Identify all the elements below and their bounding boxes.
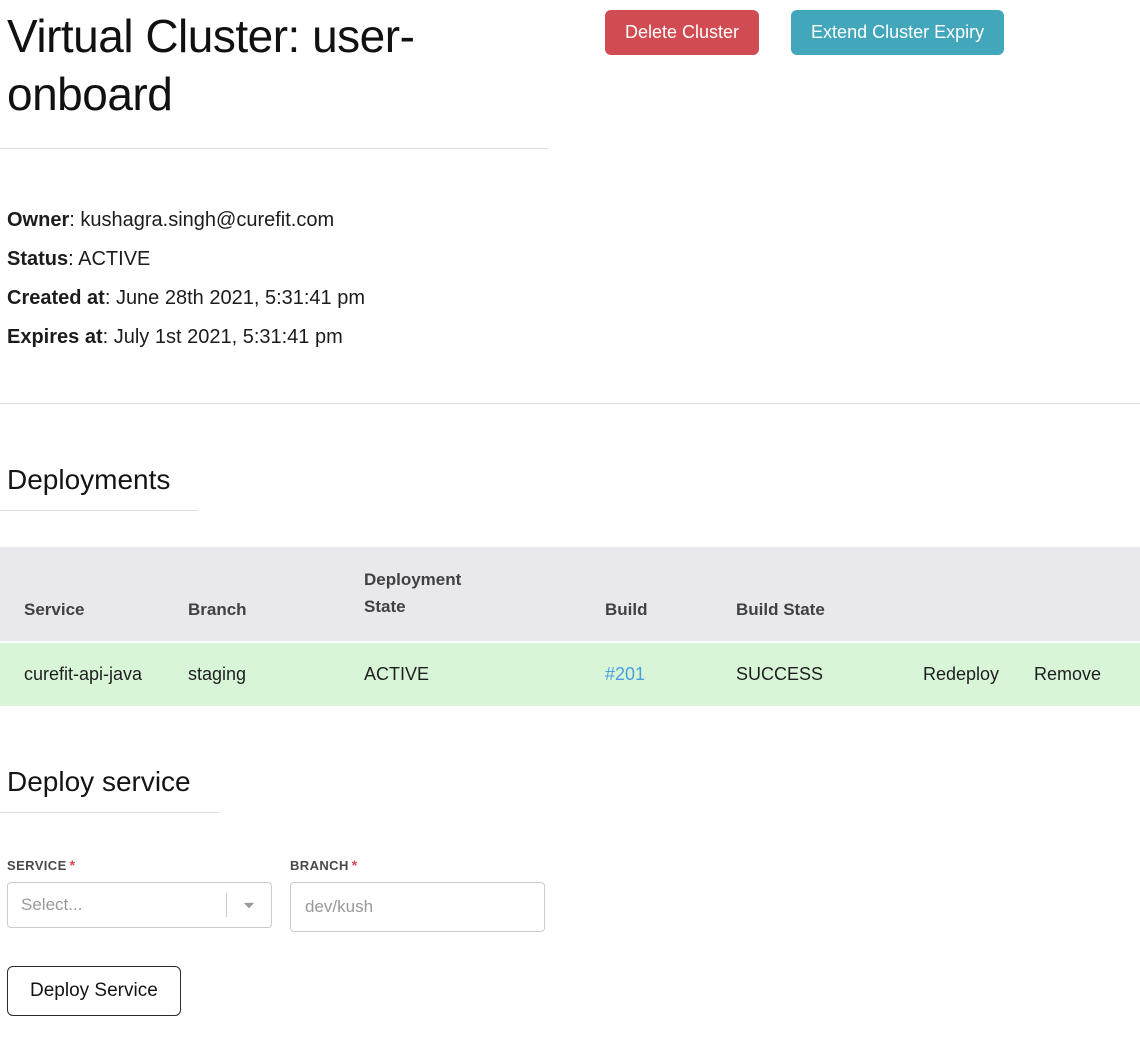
info-created-at-label: Created at [7,286,105,309]
cell-remove: Remove [1022,640,1140,706]
branch-field-group: BRANCH * [290,857,545,932]
table-row: curefit-api-java staging ACTIVE #201 SUC… [0,640,1140,706]
page-header: Virtual Cluster: user-onboard Delete Clu… [0,8,1140,149]
select-indicators [226,892,271,917]
deploy-service-heading: Deploy service [0,766,219,813]
table-header-deployment-state-label: Deployment State [364,570,462,616]
table-header-build: Build [593,546,724,642]
branch-label: BRANCH * [290,857,545,873]
cell-service: curefit-api-java [0,640,176,706]
table-header-service: Service [0,546,176,642]
cluster-actions: Delete Cluster Extend Cluster Expiry [605,10,1005,55]
info-created-at: Created at: June 28th 2021, 5:31:41 pm [7,279,1140,318]
title-divider [0,147,548,149]
cell-build-state: SUCCESS [724,640,911,706]
table-header-row: Service Branch Deployment State Build Bu… [0,546,1140,642]
info-status-value: ACTIVE [78,247,151,270]
table-header-branch: Branch [176,546,352,642]
info-status: Status: ACTIVE [7,240,1140,279]
info-separator: : [102,325,114,348]
service-required-marker: * [69,856,76,873]
deploy-service-section: Deploy service SERVICE * Select... BRANCH… [0,706,1140,1016]
table-header-build-state-label: Build State [736,599,825,619]
branch-required-marker: * [351,856,358,873]
deployments-heading: Deployments [0,464,199,511]
info-separator: : [68,247,79,270]
cell-branch: staging [176,640,352,706]
page-title: Virtual Cluster: user-onboard [7,10,415,120]
branch-label-text: BRANCH [290,857,349,873]
table-header-deployment-state: Deployment State [352,546,593,642]
deployments-section: Deployments Service Branch Deployment St… [0,404,1140,706]
info-expires-at: Expires at: July 1st 2021, 5:31:41 pm [7,318,1140,357]
info-separator: : [69,208,81,231]
service-field-group: SERVICE * Select... [7,857,272,932]
table-header-redeploy [911,546,1022,642]
deploy-service-form: SERVICE * Select... BRANCH * [0,857,1140,932]
table-header-remove [1022,546,1140,642]
redeploy-action[interactable]: Redeploy [923,664,999,684]
table-header-branch-label: Branch [188,599,247,619]
info-separator: : [104,286,116,309]
extend-cluster-expiry-button[interactable]: Extend Cluster Expiry [791,10,1005,55]
branch-input[interactable] [290,881,545,932]
chevron-down-icon [243,902,255,909]
deployments-table: Service Branch Deployment State Build Bu… [0,546,1140,706]
cell-redeploy: Redeploy [911,640,1022,706]
remove-action[interactable]: Remove [1034,664,1101,684]
service-label: SERVICE * [7,857,272,873]
virtual-cluster-page: Virtual Cluster: user-onboard Delete Clu… [0,0,1140,1056]
info-owner-value: kushagra.singh@curefit.com [80,208,335,231]
table-header-build-state: Build State [724,546,911,642]
info-owner: Owner: kushagra.singh@curefit.com [7,201,1140,240]
cell-build: #201 [593,640,724,706]
info-expires-at-value: July 1st 2021, 5:31:41 pm [113,325,343,348]
deployments-table-head: Service Branch Deployment State Build Bu… [0,546,1140,642]
service-label-text: SERVICE [7,857,67,873]
info-created-at-value: June 28th 2021, 5:31:41 pm [115,286,366,309]
info-owner-label: Owner [7,208,70,231]
build-link[interactable]: #201 [605,664,645,684]
table-header-service-label: Service [24,599,85,619]
title-column: Virtual Cluster: user-onboard [0,8,548,149]
delete-cluster-button[interactable]: Delete Cluster [605,10,760,55]
cluster-info: Owner: kushagra.singh@curefit.com Status… [0,201,1140,357]
info-status-label: Status [7,247,69,270]
cell-deployment-state: ACTIVE [352,640,593,706]
info-expires-at-label: Expires at [7,325,103,348]
service-select-placeholder: Select... [21,894,83,914]
deployments-table-body: curefit-api-java staging ACTIVE #201 SUC… [0,640,1140,706]
deploy-service-button[interactable]: Deploy Service [7,965,181,1016]
service-select[interactable]: Select... [7,881,272,928]
select-indicator-divider [226,892,227,917]
table-header-build-label: Build [605,599,648,619]
